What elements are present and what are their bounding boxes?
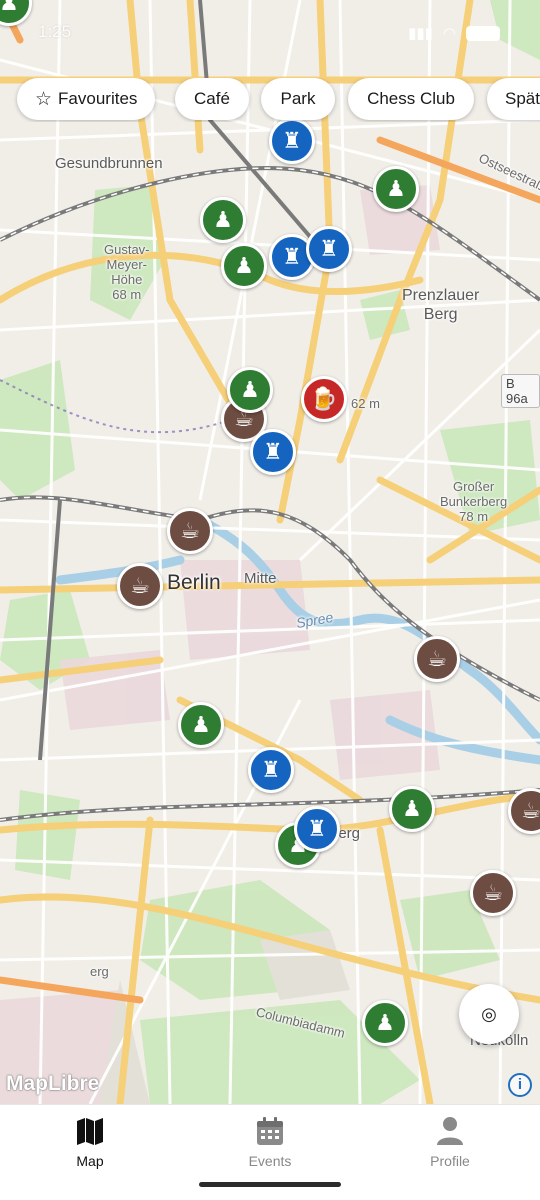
nav-label: Profile [430,1153,470,1169]
chip-label: Spät [505,89,540,108]
label-mitte: Mitte [244,570,277,587]
nav-map[interactable]: Map [0,1115,180,1169]
marker-pawn-icon[interactable]: ♟ [200,197,246,243]
calendar-icon [257,1117,283,1145]
home-indicator [199,1182,341,1187]
star-outline-icon: ☆ [35,88,53,110]
chip-chess-club[interactable]: Chess Club [348,78,474,120]
status-icons: ▮▮▮ ◠ [408,24,500,42]
chip-label: Park [280,89,316,108]
signal-icon: ▮▮▮ [408,25,433,42]
marker-pawn-icon[interactable]: ♟ [221,243,267,289]
map-view[interactable]: Gesundbrunnen Gustav- Meyer- Höhe 68 m P… [0,0,540,1104]
marker-pawn-icon[interactable]: ♟ [178,702,224,748]
label-berlin: Berlin [167,571,221,594]
marker-rook-icon[interactable]: ♜ [250,429,296,475]
marker-pawn-icon[interactable]: ♟ [373,166,419,212]
label-gesundbrunnen: Gesundbrunnen [55,155,163,172]
map-icon [77,1118,103,1145]
road-shield-b96a: B 96a [501,374,540,408]
chip-spaeti[interactable]: Spät [487,78,540,120]
chip-cafe[interactable]: Café [175,78,249,120]
chip-label: Favourites [58,89,138,108]
marker-beer-mug-icon[interactable]: 🍺 [301,376,347,422]
marker-pawn-icon[interactable]: ♟ [362,1000,408,1046]
marker-rook-icon[interactable]: ♜ [269,118,315,164]
marker-coffee-cup-icon[interactable]: ☕ [117,563,163,609]
label-gustav-meyer-hoehe: Gustav- Meyer- Höhe 68 m [104,242,150,302]
wifi-icon: ◠ [442,25,456,42]
marker-coffee-cup-icon[interactable]: ☕ [470,870,516,916]
locate-me-button[interactable]: ◎ [459,984,519,1044]
label-elevation-62: 62 m [351,396,380,411]
marker-rook-icon[interactable]: ♜ [294,806,340,852]
category-chips: ☆ Favourites Café Park Chess Club Spät [0,78,540,122]
marker-coffee-cup-icon[interactable]: ☕ [167,508,213,554]
marker-rook-icon[interactable]: ♜ [248,747,294,793]
nav-events[interactable]: Events [180,1115,360,1169]
status-time: 1:25 [38,22,72,41]
battery-icon [466,25,500,41]
nav-label: Map [76,1153,104,1169]
label-erg-partial: erg [90,964,109,979]
label-prenzlauer-berg: Prenzlauer Berg [402,287,480,323]
nav-profile[interactable]: Profile [360,1115,540,1169]
chip-label: Chess Club [367,89,455,108]
label-grosser-bunkerberg: Großer Bunkerberg 78 m [440,479,508,524]
maplibre-logo: MapLibre [6,1072,100,1095]
marker-rook-icon[interactable]: ♜ [306,226,352,272]
person-icon [437,1117,463,1145]
marker-pawn-icon[interactable]: ♟ [227,367,273,413]
locate-target-icon: ◎ [481,1003,497,1024]
nav-label: Events [248,1153,292,1169]
marker-coffee-cup-icon[interactable]: ☕ [414,636,460,682]
chip-favourites[interactable]: ☆ Favourites [17,78,156,120]
chip-label: Café [194,89,230,108]
chip-park[interactable]: Park [261,78,335,120]
marker-pawn-icon[interactable]: ♟ [389,786,435,832]
status-bar: 1:25 ▮▮▮ ◠ [0,0,540,66]
attribution-info-icon[interactable]: i [508,1073,532,1097]
